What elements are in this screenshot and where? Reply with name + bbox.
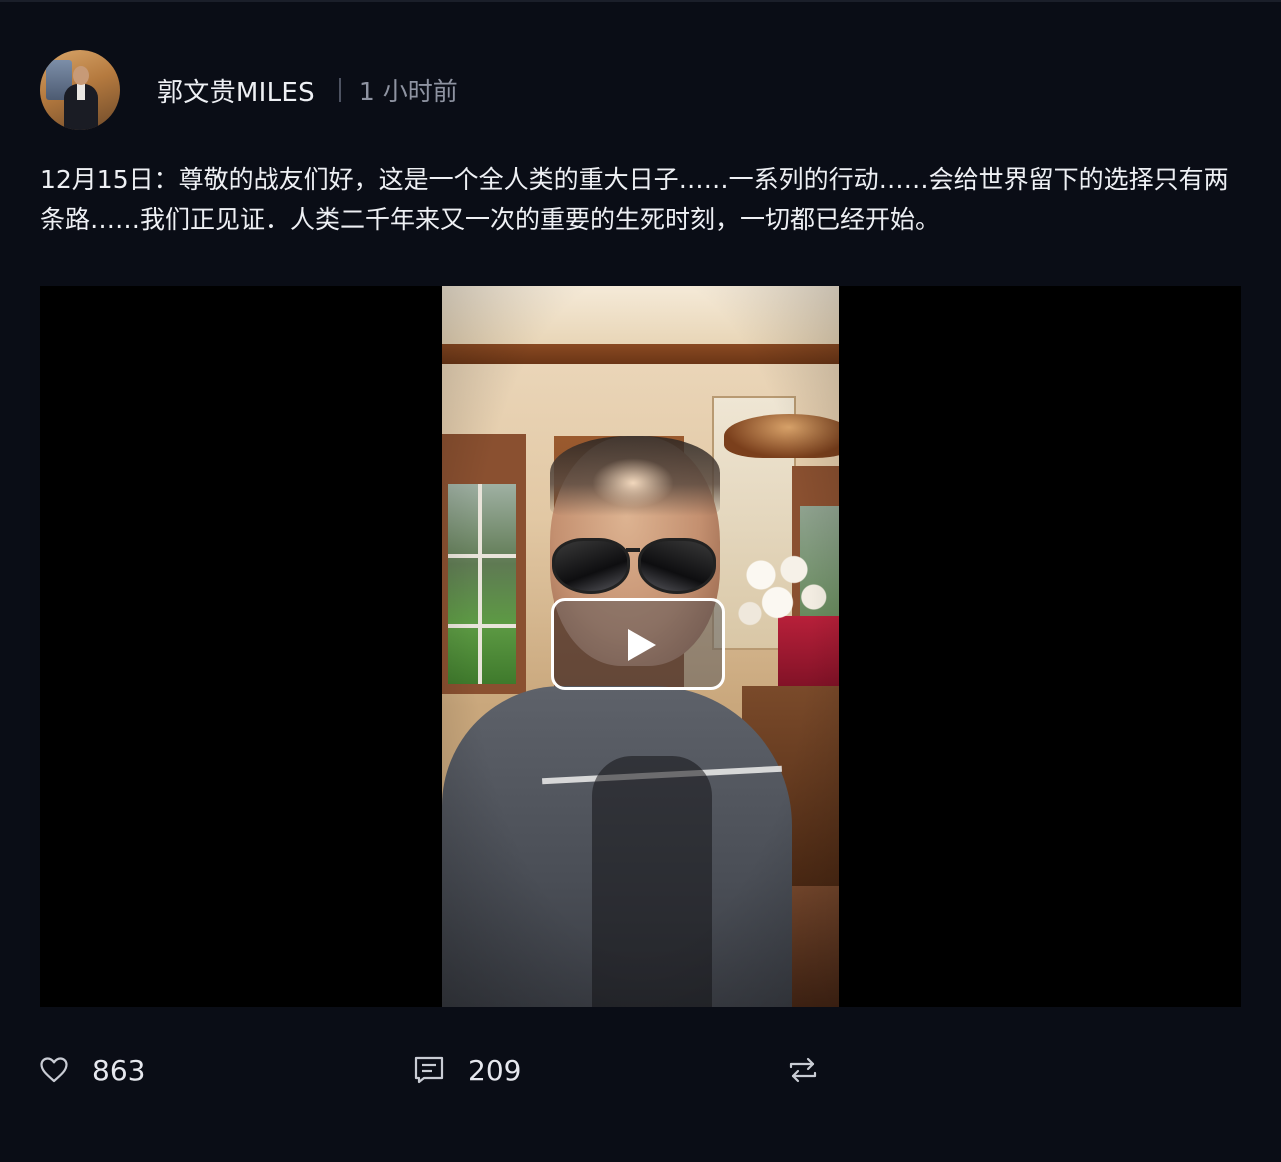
post-actions: 863 209	[40, 1050, 1241, 1090]
repost-button[interactable]	[788, 1050, 818, 1090]
comment-button[interactable]: 209	[414, 1050, 521, 1090]
header-separator	[338, 78, 341, 102]
avatar[interactable]	[40, 50, 120, 130]
heart-outline-icon	[40, 1057, 68, 1083]
post-timestamp: 1 小时前	[358, 77, 458, 106]
avatar-figure-shirt	[77, 84, 85, 100]
video-player[interactable]	[40, 286, 1241, 1007]
play-icon	[628, 629, 656, 661]
post-text: 12月15日：尊敬的战友们好，这是一个全人类的重大日子……一系列的行动……会给世…	[40, 165, 1229, 234]
comment-icon	[414, 1056, 444, 1084]
play-button[interactable]	[551, 598, 725, 690]
avatar-figure-head	[73, 66, 89, 85]
like-count: 863	[92, 1053, 146, 1087]
like-button[interactable]: 863	[40, 1050, 145, 1090]
author-name[interactable]: 郭文贵MILES	[157, 72, 315, 109]
comment-count: 209	[468, 1053, 522, 1087]
repost-icon	[789, 1057, 817, 1083]
post-card: 郭文贵MILES 1 小时前 12月15日：尊敬的战友们好，这是一个全人类的重大…	[0, 0, 1281, 1162]
post-header: 郭文贵MILES 1 小时前	[40, 50, 458, 130]
